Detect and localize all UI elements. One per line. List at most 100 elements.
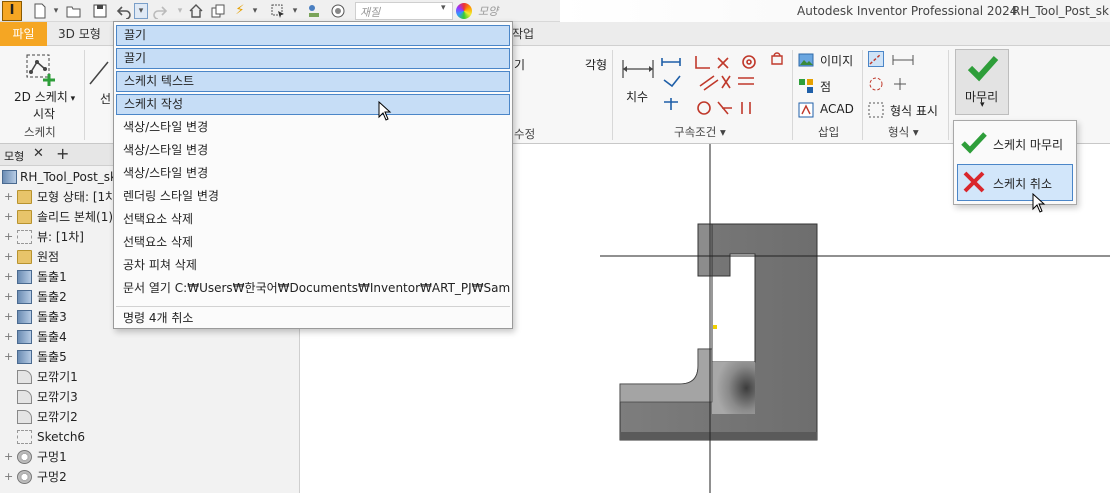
expand-toggle-icon[interactable]: + <box>4 327 14 347</box>
expand-toggle-icon[interactable]: + <box>4 227 14 247</box>
show-format-button[interactable]: 형식 표시 <box>890 102 938 119</box>
return-icon[interactable] <box>210 3 226 19</box>
browser-node[interactable]: 모깎기1 <box>0 367 298 387</box>
start-sketch-line1: 2D 스케치 <box>14 90 68 104</box>
driven-dimension-icon[interactable] <box>892 51 914 67</box>
points-icon[interactable] <box>798 78 814 94</box>
select-icon[interactable] <box>270 3 286 19</box>
appearance-select[interactable]: 모양 <box>478 3 498 19</box>
insert-points-button[interactable]: 점 <box>820 78 831 95</box>
panel-divider <box>862 50 863 140</box>
select-dropdown-icon[interactable]: ▾ <box>287 3 303 19</box>
redo-dropdown-icon[interactable]: ▾ <box>172 3 188 19</box>
expand-toggle-icon[interactable]: + <box>4 347 14 367</box>
part-shaded-face <box>712 362 755 414</box>
expand-toggle-icon[interactable]: + <box>4 307 14 327</box>
redo-icon[interactable] <box>152 3 168 20</box>
construction-icon[interactable] <box>868 51 884 67</box>
browser-node-label: RH_Tool_Post_sk <box>20 170 117 184</box>
material-dropdown-icon[interactable]: ▾ <box>441 3 446 13</box>
constraint-icons-grid[interactable] <box>660 52 810 122</box>
image-icon[interactable] <box>798 52 814 68</box>
undo-menu-item[interactable]: 문서 열기 C:₩Users₩한국어₩Documents₩Inventor₩AR… <box>116 278 510 299</box>
expand-toggle-icon[interactable]: + <box>4 287 14 307</box>
start-2d-sketch-button[interactable]: 2D 스케치 ▾ 시작 <box>14 90 75 122</box>
home-icon[interactable] <box>188 3 204 19</box>
undo-menu-item[interactable]: 렌더링 스타일 변경 <box>116 186 510 207</box>
undo-menu-item[interactable]: 선택요소 삭제 <box>116 209 510 230</box>
expand-toggle-icon[interactable]: + <box>4 267 14 287</box>
center-point-icon[interactable] <box>892 76 908 92</box>
new-dropdown-icon[interactable]: ▾ <box>48 3 64 19</box>
update-lightning-icon[interactable]: ⚡ <box>232 3 248 19</box>
modify-panel-label: 수정 <box>514 127 536 141</box>
save-icon[interactable] <box>92 3 108 19</box>
insert-acad-button[interactable]: ACAD <box>820 102 854 116</box>
undo-menu-item[interactable]: 선택요소 삭제 <box>116 232 510 253</box>
tab-partial[interactable]: 작업 <box>512 22 534 46</box>
close-tab-icon[interactable]: ✕ <box>33 146 44 161</box>
update-dropdown-icon[interactable]: ▾ <box>247 3 263 19</box>
expand-toggle-icon[interactable]: + <box>4 247 14 267</box>
undo-menu-item[interactable]: 끌기 <box>116 25 510 46</box>
new-file-icon[interactable] <box>32 3 48 19</box>
appearance-ball-icon[interactable] <box>456 3 472 19</box>
app-logo-icon[interactable]: I <box>2 1 22 21</box>
undo-history-menu: 끌기 끌기 스케치 텍스트 스케치 작성 색상/스타일 변경 색상/스타일 변경 색상/스타… <box>113 21 513 329</box>
browser-node[interactable]: + 돌출4 <box>0 327 298 347</box>
expand-toggle-icon[interactable]: + <box>4 207 14 227</box>
format-panel-label[interactable]: 형식 ▾ <box>888 124 919 140</box>
constraints-panel-label[interactable]: 구속조건 ▾ <box>674 124 726 140</box>
show-format-icon[interactable] <box>868 102 884 118</box>
undo-menu-item[interactable]: 색상/스타일 변경 <box>116 140 510 161</box>
undo-menu-item[interactable]: 끌기 <box>116 48 510 69</box>
finish-sketch-button[interactable]: 마무리 ▾ <box>955 49 1009 115</box>
start-2d-sketch-icon[interactable] <box>22 52 62 88</box>
undo-menu-item[interactable]: 스케치 텍스트 <box>116 71 510 92</box>
tab-3d-model[interactable]: 3D 모형 <box>58 22 101 46</box>
material-select[interactable]: 재질 <box>355 2 453 20</box>
browser-node[interactable]: Sketch6 <box>0 427 298 447</box>
polygon-fragment[interactable]: 각형 <box>585 56 607 73</box>
measure-icon[interactable] <box>306 3 322 19</box>
dimension-icon[interactable] <box>620 56 656 82</box>
browser-tab-model[interactable]: 모형 <box>4 148 24 164</box>
browser-node[interactable]: + 돌출5 <box>0 347 298 367</box>
expand-toggle-icon[interactable]: + <box>4 467 14 487</box>
finish-sketch-item[interactable]: 스케치 마무리 <box>957 125 1073 162</box>
undo-menu-item[interactable]: 색상/스타일 변경 <box>116 117 510 138</box>
undo-menu-item[interactable]: 스케치 작성 <box>116 94 510 115</box>
browser-node[interactable]: 모깎기2 <box>0 407 298 427</box>
cancel-sketch-label: 스케치 취소 <box>993 177 1053 191</box>
finish-dropdown-icon: ▾ <box>980 100 985 110</box>
add-tab-icon[interactable]: + <box>56 144 69 163</box>
undo-menu-item[interactable]: 공차 피쳐 삭제 <box>116 255 510 276</box>
browser-node[interactable]: + 구멍1 <box>0 447 298 467</box>
appearance-override-icon[interactable] <box>330 3 346 19</box>
undo-dropdown-icon[interactable]: ▾ <box>134 3 148 19</box>
browser-node[interactable]: 모깎기3 <box>0 387 298 407</box>
origin-point[interactable] <box>713 325 717 329</box>
expand-toggle-icon[interactable]: + <box>4 447 14 467</box>
acad-icon[interactable] <box>798 102 814 118</box>
extrude-icon <box>17 290 32 304</box>
create-line-button[interactable]: 선 <box>100 90 111 107</box>
inventor-window: I ▾ ▾ ▾ ⚡ ▾ ▾ 재질 ▾ 모양 Autodesk Inventor … <box>0 0 1110 493</box>
menu-divider <box>116 306 510 307</box>
cancel-sketch-item[interactable]: 스케치 취소 <box>957 164 1073 201</box>
expand-toggle-icon[interactable]: + <box>4 187 14 207</box>
open-folder-icon[interactable] <box>66 3 82 19</box>
browser-node[interactable]: + 구멍2 <box>0 467 298 487</box>
modify-fragment-a[interactable]: 기 <box>514 56 525 73</box>
undo-menu-item[interactable]: 색상/스타일 변경 <box>116 163 510 184</box>
folder-icon <box>17 210 32 224</box>
tab-file[interactable]: 파일 <box>0 22 47 46</box>
browser-node-label: 모깎기2 <box>37 410 78 424</box>
undo-icon[interactable] <box>116 3 132 20</box>
line-icon[interactable] <box>88 56 110 86</box>
mouse-cursor-icon <box>378 101 392 121</box>
hole-icon <box>17 470 32 484</box>
insert-image-button[interactable]: 이미지 <box>820 52 853 69</box>
centerline-icon[interactable] <box>868 76 884 92</box>
dimension-button[interactable]: 치수 <box>626 88 648 105</box>
